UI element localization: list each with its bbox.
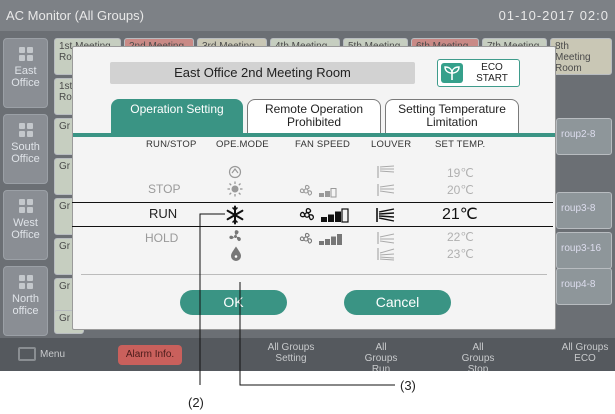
callout-label-2: (2) [188, 395, 204, 410]
callout-leader-lines [199, 213, 395, 386]
callout-label-3: (3) [400, 378, 416, 393]
